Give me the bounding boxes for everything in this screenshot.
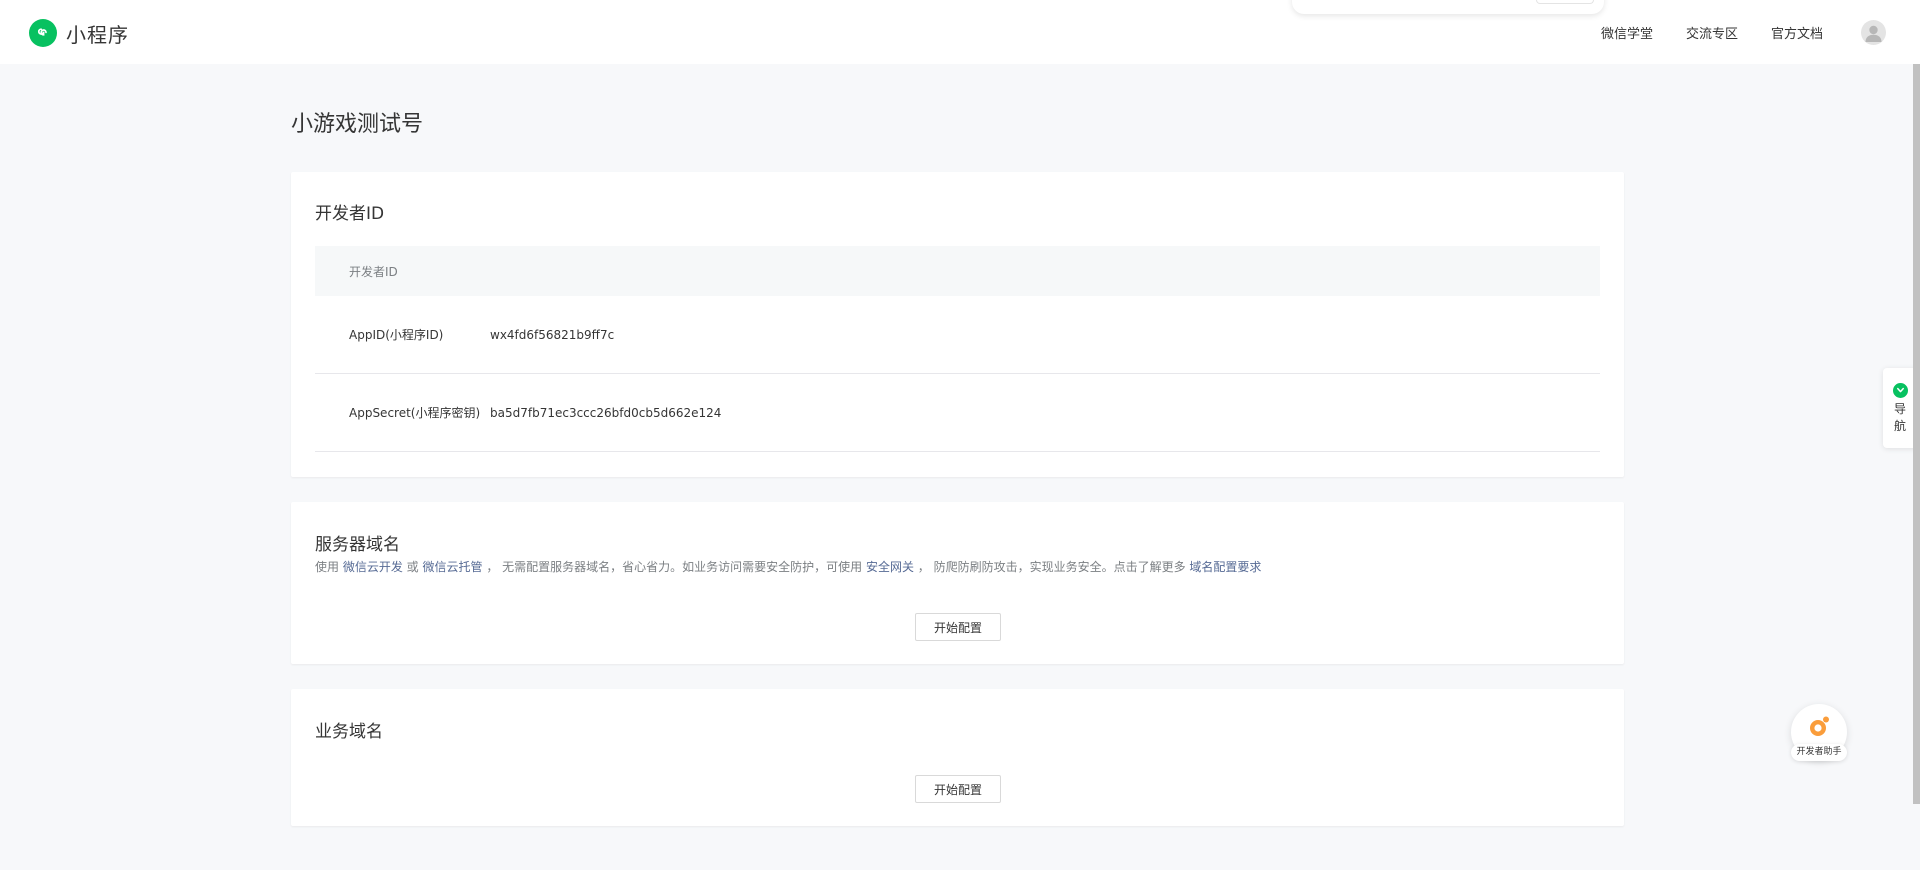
business-domain-title: 业务域名 (315, 722, 383, 742)
chevron-down-icon (1892, 383, 1908, 398)
developer-assistant-label: 开发者助手 (1791, 744, 1847, 761)
nav-wechat-academy[interactable]: 微信学堂 (1601, 23, 1653, 42)
developer-id-table: 开发者ID AppID(小程序ID) wx4fd6f56821b9ff7c Ap… (315, 246, 1600, 452)
table-header-label: 开发者ID (349, 264, 398, 279)
desc-text: ， 无需配置服务器域名，省心省力。如业务访问需要安全防护，可使用 (482, 560, 866, 574)
server-domain-description: 使用 微信云开发 或 微信云托管 ， 无需配置服务器域名，省心省力。如业务访问需… (315, 558, 1261, 575)
appsecret-label: AppSecret(小程序密钥) (349, 406, 481, 420)
page-title: 小游戏测试号 (291, 112, 424, 137)
appid-value[interactable]: wx4fd6f56821b9ff7c (490, 328, 614, 342)
server-domain-title: 服务器域名 (315, 535, 400, 555)
desc-text: 或 (402, 560, 423, 574)
top-nav: 微信学堂 交流专区 官方文档 (1601, 23, 1856, 42)
appsecret-value[interactable]: ba5d7fb71ec3ccc26bfd0cb5d662e124 (490, 406, 721, 420)
brand[interactable]: 小程序 (29, 19, 129, 47)
link-cloud-dev[interactable]: 微信云开发 (343, 560, 403, 574)
table-row-appid: AppID(小程序ID) wx4fd6f56821b9ff7c (315, 296, 1600, 374)
business-domain-card: 业务域名 开始配置 (291, 689, 1624, 826)
user-avatar-icon (1865, 25, 1882, 42)
side-nav-button[interactable]: 导航 (1883, 368, 1917, 448)
business-domain-config-button[interactable]: 开始配置 (915, 775, 1001, 803)
desc-text: ， 防爬防刷防攻击，实现业务安全。点击了解更多 (913, 560, 1190, 574)
nav-docs[interactable]: 官方文档 (1771, 23, 1823, 42)
server-domain-card: 服务器域名 使用 微信云开发 或 微信云托管 ， 无需配置服务器域名，省心省力。… (291, 502, 1624, 664)
side-nav-label: 导航 (1893, 402, 1906, 433)
avatar[interactable] (1861, 20, 1886, 45)
link-cloud-hosting[interactable]: 微信云托管 (422, 560, 482, 574)
server-domain-config-button[interactable]: 开始配置 (915, 613, 1001, 641)
appid-label: AppID(小程序ID) (349, 328, 444, 342)
assistant-icon (1810, 716, 1829, 736)
brand-name: 小程序 (66, 22, 129, 47)
developer-id-card: 开发者ID 开发者ID AppID(小程序ID) wx4fd6f56821b9f… (291, 172, 1624, 477)
nav-community[interactable]: 交流专区 (1686, 23, 1738, 42)
link-security-gateway[interactable]: 安全网关 (866, 560, 914, 574)
table-header: 开发者ID (315, 246, 1600, 296)
table-row-appsecret: AppSecret(小程序密钥) ba5d7fb71ec3ccc26bfd0cb… (315, 374, 1600, 452)
page-scrollbar[interactable] (1913, 64, 1920, 804)
top-dropdown-panel (1292, 0, 1604, 14)
desc-text: 使用 (315, 560, 343, 574)
top-dropdown-button[interactable] (1536, 0, 1594, 4)
link-domain-requirements[interactable]: 域名配置要求 (1189, 560, 1261, 574)
miniprogram-logo-icon (29, 19, 57, 47)
developer-id-title: 开发者ID (315, 204, 385, 224)
top-header: 小程序 微信学堂 交流专区 官方文档 (0, 0, 1920, 64)
